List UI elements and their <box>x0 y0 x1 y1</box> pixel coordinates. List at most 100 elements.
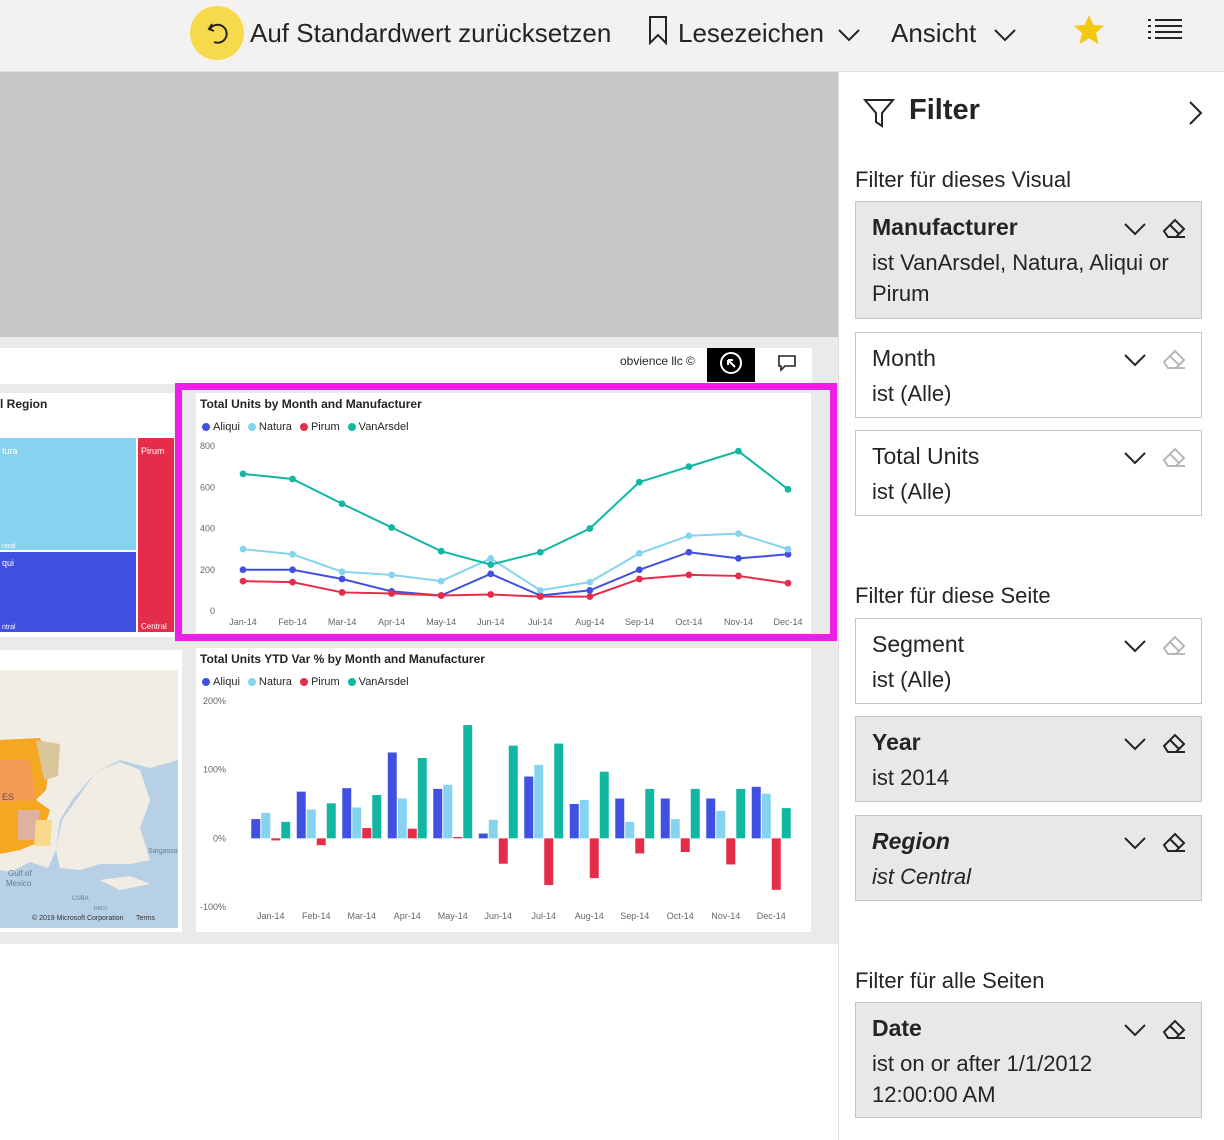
bar-aliqui <box>524 776 534 839</box>
bar-chart-visual[interactable]: Total Units YTD Var % by Month and Manuf… <box>196 648 811 932</box>
filter-card-region[interactable]: Region ist Central <box>855 815 1202 901</box>
bar-aliqui <box>251 819 261 839</box>
chevron-down-icon[interactable] <box>1123 1017 1147 1046</box>
bar-vanarsdel <box>554 743 564 839</box>
bar-vanarsdel <box>281 821 291 839</box>
bar-natura <box>443 784 453 839</box>
y-tick-label: 200% <box>203 696 226 706</box>
bar-aliqui <box>751 786 761 839</box>
svg-text:ES: ES <box>2 792 14 802</box>
bar-vanarsdel <box>690 788 700 839</box>
view-menu[interactable]: Ansicht <box>891 0 1016 66</box>
svg-text:CUBA: CUBA <box>72 896 89 902</box>
reset-to-default-button[interactable]: Auf Standardwert zurücksetzen <box>190 0 611 66</box>
collapse-pane-button[interactable] <box>1187 100 1203 131</box>
map-plot: ES Sargasso Gulf of Mexico CUBA HAITI © … <box>0 670 178 928</box>
bar-pirum <box>362 828 372 839</box>
eraser-icon[interactable] <box>1161 1017 1187 1046</box>
bar-natura <box>625 821 635 839</box>
eraser-icon[interactable] <box>1161 830 1187 859</box>
treemap-tile-natura <box>0 438 136 550</box>
bar-vanarsdel <box>463 725 473 839</box>
treemap-label: ntral <box>2 543 16 550</box>
treemap-label: qui <box>2 558 14 568</box>
filter-funnel-icon <box>862 98 896 133</box>
eraser-icon[interactable] <box>1161 731 1187 760</box>
y-tick-label: 100% <box>203 765 226 775</box>
chevron-down-icon[interactable] <box>1123 216 1147 245</box>
bar-aliqui <box>342 788 352 839</box>
top-toolbar: Auf Standardwert zurücksetzen Lesezeiche… <box>0 0 1224 72</box>
map-visual[interactable]: ES Sargasso Gulf of Mexico CUBA HAITI © … <box>0 650 182 932</box>
chevron-down-icon[interactable] <box>1123 347 1147 376</box>
bar-pirum <box>635 838 645 854</box>
x-tick-label: May-14 <box>438 911 468 921</box>
eraser-icon[interactable] <box>1161 445 1187 474</box>
chevron-down-icon[interactable] <box>1123 633 1147 662</box>
filter-card-date[interactable]: Date ist on or after 1/1/2012 12:00:00 A… <box>855 1002 1202 1118</box>
bar-natura <box>306 809 316 839</box>
filter-card-month[interactable]: Month ist (Alle) <box>855 332 1202 418</box>
filter-card-manufacturer[interactable]: Manufacturer ist VanArsdel, Natura, Aliq… <box>855 201 1202 319</box>
filter-pane-title: Filter <box>909 94 980 126</box>
bookmark-icon <box>648 15 668 52</box>
x-tick-label: Oct-14 <box>667 911 694 921</box>
bar-aliqui <box>478 833 488 839</box>
chevron-down-icon[interactable] <box>1123 830 1147 859</box>
back-arrow-icon <box>719 351 743 380</box>
list-icon <box>1148 17 1184 50</box>
treemap-label: ntral <box>2 624 16 631</box>
bar-vanarsdel <box>508 745 518 839</box>
more-options-button[interactable] <box>1148 0 1184 66</box>
filter-card-value: ist Central <box>872 864 972 889</box>
bar-vanarsdel <box>781 808 791 839</box>
x-tick-label: Sep-14 <box>620 911 649 921</box>
bar-natura <box>397 798 407 839</box>
chevron-down-icon <box>994 18 1016 49</box>
bar-vanarsdel <box>645 788 655 839</box>
chevron-down-icon[interactable] <box>1123 445 1147 474</box>
bar-natura <box>261 812 271 839</box>
eraser-icon[interactable] <box>1161 216 1187 245</box>
bar-pirum <box>498 838 508 864</box>
obvience-logo-button[interactable] <box>707 348 755 382</box>
treemap-label: Central <box>141 622 167 631</box>
x-tick-label: Jul-14 <box>531 911 556 921</box>
selected-visual-highlight <box>175 383 837 641</box>
bar-natura <box>761 793 771 839</box>
filter-pane: Filter Filter für dieses Visual Manufact… <box>838 72 1224 1140</box>
filter-card-total-units[interactable]: Total Units ist (Alle) <box>855 430 1202 516</box>
bar-aliqui <box>433 788 443 839</box>
chevron-down-icon <box>838 18 860 49</box>
favorite-star-button[interactable] <box>1072 0 1106 66</box>
x-tick-label: Jan-14 <box>257 911 285 921</box>
x-tick-label: Apr-14 <box>394 911 421 921</box>
eraser-icon[interactable] <box>1161 633 1187 662</box>
svg-text:Mexico: Mexico <box>6 879 32 888</box>
treemap-visual[interactable]: l Region tura Pirum ntral qui ntral Cent… <box>0 393 174 637</box>
chevron-down-icon[interactable] <box>1123 731 1147 760</box>
eraser-icon[interactable] <box>1161 347 1187 376</box>
filter-card-value: ist (Alle) <box>872 479 952 504</box>
bar-natura <box>579 799 589 839</box>
x-tick-label: Nov-14 <box>711 911 740 921</box>
filter-card-segment[interactable]: Segment ist (Alle) <box>855 618 1202 704</box>
comment-button[interactable] <box>763 348 811 382</box>
svg-text:Gulf of: Gulf of <box>8 869 32 878</box>
filter-card-year[interactable]: Year ist 2014 <box>855 716 1202 802</box>
treemap-chart: tura Pirum ntral qui ntral Central <box>0 438 174 632</box>
bar-chart-plot: 200% 100% 0% -100% Jan-14 Feb-14 Mar-14 Apr-14 M… <box>200 696 791 921</box>
bookmarks-label: Lesezeichen <box>678 17 824 48</box>
y-tick-label: -100% <box>200 902 226 912</box>
svg-text:HAITI: HAITI <box>94 906 107 912</box>
bar-aliqui <box>615 798 625 839</box>
filter-card-value: ist (Alle) <box>872 667 952 692</box>
bookmarks-menu[interactable]: Lesezeichen <box>648 0 860 66</box>
bar-natura <box>716 810 726 839</box>
bar-natura <box>534 764 544 839</box>
bar-pirum <box>726 838 736 865</box>
x-tick-label: Aug-14 <box>575 911 604 921</box>
bar-pirum <box>589 838 599 879</box>
bar-pirum <box>453 836 463 839</box>
section-all-pages-filters: Filter für alle Seiten <box>855 968 1045 993</box>
